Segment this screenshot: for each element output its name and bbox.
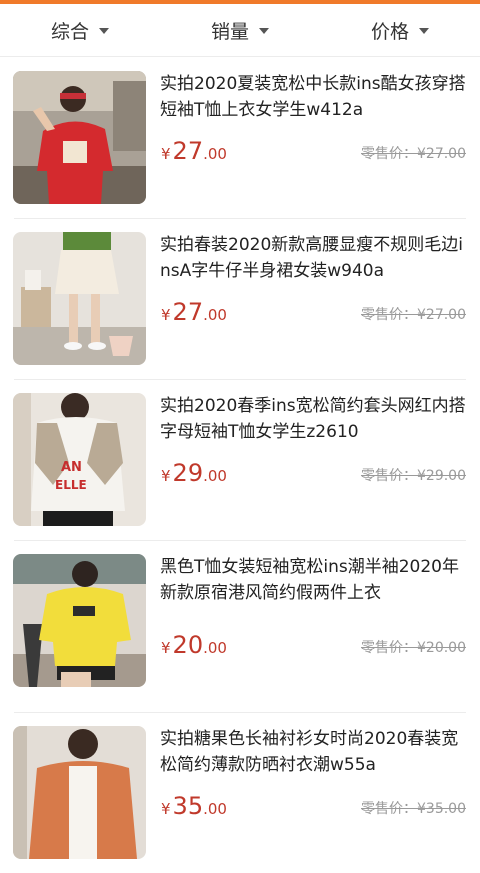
retail-price: 零售价：¥20.00 bbox=[361, 640, 466, 656]
sort-sales-tab[interactable]: 销量 bbox=[160, 4, 320, 56]
sort-comprehensive-label: 综合 bbox=[50, 20, 89, 43]
product-title[interactable]: 实拍春装2020新款高腰显瘦不规则毛边insA字牛仔半身裙女装w940a bbox=[160, 232, 468, 284]
caret-down-icon bbox=[99, 28, 109, 34]
product-title[interactable]: 实拍糖果色长袖衬衫女时尚2020春装宽松简约薄款防晒衬衣潮w55a bbox=[160, 726, 468, 778]
sort-price-label: 价格 bbox=[370, 20, 409, 43]
caret-down-icon bbox=[259, 28, 269, 34]
svg-text:ELLE: ELLE bbox=[55, 478, 87, 492]
product-title[interactable]: 黑色T恤女装短袖宽松ins潮半袖2020年新款原宿港风简约假两件上衣 bbox=[160, 554, 468, 606]
product-title[interactable]: 实拍2020春季ins宽松简约套头网红内搭字母短袖T恤女学生z2610 bbox=[160, 393, 468, 445]
product-image[interactable]: AN ELLE bbox=[13, 393, 146, 526]
sort-price-tab[interactable]: 价格 bbox=[320, 4, 480, 56]
product-item[interactable]: 实拍春装2020新款高腰显瘦不规则毛边insA字牛仔半身裙女装w940a ¥ 2… bbox=[0, 218, 480, 379]
product-item[interactable]: 黑色T恤女装短袖宽松ins潮半袖2020年新款原宿港风简约假两件上衣 ¥ 20 … bbox=[0, 540, 480, 712]
product-price: ¥ 27 .00 bbox=[161, 298, 227, 326]
retail-price: 零售价：¥27.00 bbox=[361, 146, 466, 162]
product-item[interactable]: AN ELLE 实拍2020春季ins宽松简约套头网红内搭字母短袖T恤女学生z2… bbox=[0, 379, 480, 540]
product-price: ¥ 20 .00 bbox=[161, 631, 227, 659]
caret-down-icon bbox=[419, 28, 429, 34]
retail-price: 零售价：¥35.00 bbox=[361, 801, 466, 817]
product-item[interactable]: 实拍糖果色长袖衬衫女时尚2020春装宽松简约薄款防晒衬衣潮w55a ¥ 35 .… bbox=[0, 712, 480, 873]
product-price: ¥ 27 .00 bbox=[161, 137, 227, 165]
svg-text:AN: AN bbox=[61, 460, 82, 475]
product-list: 实拍2020夏装宽松中长款ins酷女孩穿搭短袖T恤上衣女学生w412a ¥ 27… bbox=[0, 57, 480, 873]
sort-sales-label: 销量 bbox=[210, 20, 249, 43]
product-price: ¥ 29 .00 bbox=[161, 459, 227, 487]
sort-bar: 综合 销量 价格 bbox=[0, 4, 480, 57]
retail-price: 零售价：¥27.00 bbox=[361, 307, 466, 323]
product-image[interactable] bbox=[13, 232, 146, 365]
product-item[interactable]: 实拍2020夏装宽松中长款ins酷女孩穿搭短袖T恤上衣女学生w412a ¥ 27… bbox=[0, 57, 480, 218]
product-price: ¥ 35 .00 bbox=[161, 792, 227, 820]
product-image[interactable] bbox=[13, 71, 146, 204]
product-title[interactable]: 实拍2020夏装宽松中长款ins酷女孩穿搭短袖T恤上衣女学生w412a bbox=[160, 71, 468, 123]
retail-price: 零售价：¥29.00 bbox=[361, 468, 466, 484]
product-image[interactable] bbox=[13, 726, 146, 859]
sort-comprehensive-tab[interactable]: 综合 bbox=[0, 4, 160, 56]
product-image[interactable] bbox=[13, 554, 146, 687]
